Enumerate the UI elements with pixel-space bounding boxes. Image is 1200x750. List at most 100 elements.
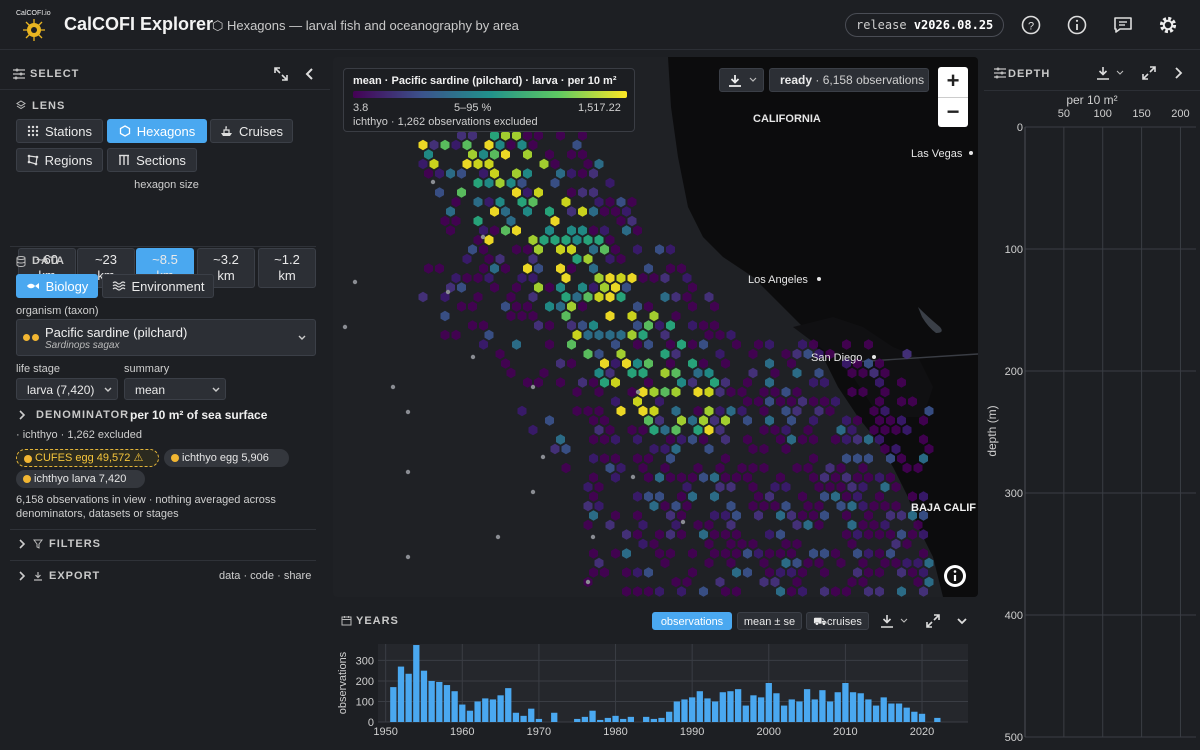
map-hexagon[interactable]: [671, 291, 681, 303]
map-hexagon[interactable]: [501, 301, 510, 312]
map-hexagon[interactable]: [688, 567, 697, 578]
map-hexagon[interactable]: [853, 529, 862, 540]
map-hexagon[interactable]: [814, 519, 824, 531]
map-hexagon[interactable]: [539, 367, 549, 379]
map-hexagon[interactable]: [660, 424, 670, 436]
map-hexagon[interactable]: [908, 567, 917, 578]
map-hexagon[interactable]: [484, 272, 494, 284]
map-hexagon[interactable]: [611, 377, 620, 388]
map-hexagon[interactable]: [627, 196, 637, 208]
year-bar[interactable]: [474, 701, 481, 722]
map-hexagon[interactable]: [578, 225, 587, 236]
map-hexagon[interactable]: [545, 339, 554, 350]
map-hexagon[interactable]: [622, 206, 631, 217]
map-hexagon[interactable]: [561, 291, 571, 303]
year-bar[interactable]: [727, 691, 734, 722]
map-hexagon[interactable]: [578, 282, 587, 293]
map-hexagon[interactable]: [556, 377, 565, 388]
map-hexagon[interactable]: [440, 139, 450, 151]
map-hexagon[interactable]: [781, 500, 791, 512]
map-hexagon[interactable]: [583, 481, 593, 493]
map-hexagon[interactable]: [875, 529, 884, 540]
map-hexagon[interactable]: [484, 253, 494, 265]
map-hexagon[interactable]: [754, 339, 763, 350]
map-hexagon[interactable]: [649, 310, 659, 322]
map-hexagon[interactable]: [688, 339, 697, 350]
map-hexagon[interactable]: [495, 139, 505, 151]
map-hexagon[interactable]: [605, 196, 615, 208]
map-hexagon[interactable]: [446, 206, 455, 217]
map-hexagon[interactable]: [809, 396, 818, 407]
years-download-icon[interactable]: [880, 613, 908, 629]
map-hexagon[interactable]: [545, 415, 554, 426]
map-hexagon[interactable]: [600, 244, 609, 255]
map-hexagon[interactable]: [550, 177, 560, 189]
map-hexagon[interactable]: [627, 386, 637, 398]
map-hexagon[interactable]: [638, 367, 648, 379]
map-hexagon[interactable]: [600, 377, 609, 388]
map-hexagon[interactable]: [853, 472, 862, 483]
filters-header[interactable]: FILTERS: [49, 538, 101, 550]
map-hexagon[interactable]: [545, 282, 554, 293]
map-hexagon[interactable]: [589, 510, 598, 521]
year-bar[interactable]: [405, 673, 412, 722]
map-hexagon[interactable]: [479, 339, 488, 350]
map-hexagon[interactable]: [732, 567, 741, 578]
station-point[interactable]: [635, 389, 641, 395]
map-hexagon[interactable]: [495, 253, 505, 265]
map-hexagon[interactable]: [611, 510, 620, 521]
map-hexagon[interactable]: [693, 367, 703, 379]
year-bar[interactable]: [857, 693, 864, 722]
map-hexagon[interactable]: [600, 567, 609, 578]
map-hexagon[interactable]: [490, 225, 499, 236]
map-hexagon[interactable]: [605, 424, 615, 436]
year-bar[interactable]: [604, 717, 612, 722]
map-hexagon[interactable]: [671, 386, 681, 398]
map-hexagon[interactable]: [600, 358, 609, 369]
year-bar[interactable]: [865, 699, 872, 722]
map-hexagon[interactable]: [765, 396, 774, 407]
map-hexagon[interactable]: [781, 481, 791, 493]
map-hexagon[interactable]: [688, 415, 697, 426]
map-hexagon[interactable]: [594, 272, 604, 284]
map-hexagon[interactable]: [924, 557, 934, 569]
map-hexagon[interactable]: [847, 500, 857, 512]
map-hexagon[interactable]: [594, 234, 604, 246]
map-hexagon[interactable]: [660, 386, 670, 398]
map-hexagon[interactable]: [759, 443, 769, 455]
map-hexagon[interactable]: [704, 329, 714, 341]
map-hexagon[interactable]: [671, 348, 681, 360]
map-hexagon[interactable]: [726, 481, 736, 493]
year-bar[interactable]: [589, 710, 596, 722]
map-hexagon[interactable]: [528, 253, 538, 265]
map-hexagon[interactable]: [468, 320, 477, 331]
map-hexagon[interactable]: [605, 310, 615, 322]
year-bar[interactable]: [420, 670, 428, 722]
map-hexagon[interactable]: [864, 472, 873, 483]
map-hexagon[interactable]: [798, 586, 807, 597]
map-hexagon[interactable]: [710, 415, 719, 426]
map-hexagon[interactable]: [578, 320, 587, 331]
map-hexagon[interactable]: [649, 405, 659, 417]
map-hexagon[interactable]: [622, 567, 631, 578]
year-bar[interactable]: [872, 705, 880, 722]
map-hexagon[interactable]: [594, 405, 604, 417]
map-hexagon[interactable]: [704, 386, 714, 398]
year-bar[interactable]: [734, 689, 742, 722]
map-hexagon[interactable]: [589, 472, 598, 483]
organism-select[interactable]: Pacific sardine (pilchard) Sardinops sag…: [16, 319, 316, 356]
map-hexagon[interactable]: [517, 177, 527, 189]
map-hexagon[interactable]: [583, 519, 593, 531]
year-bar[interactable]: [849, 692, 857, 722]
toggle-cruises[interactable]: ⛟cruises: [806, 612, 869, 630]
map-hexagon[interactable]: [479, 149, 488, 160]
map-hexagon[interactable]: [567, 263, 576, 274]
map-hexagon[interactable]: [891, 500, 901, 512]
map-hexagon[interactable]: [721, 377, 730, 388]
map-hexagon[interactable]: [781, 348, 791, 360]
year-bar[interactable]: [704, 698, 711, 722]
chevron-right-icon[interactable]: [17, 571, 26, 581]
map-hexagon[interactable]: [605, 367, 615, 379]
map-hexagon[interactable]: [589, 320, 598, 331]
map-hexagon[interactable]: [842, 586, 851, 597]
